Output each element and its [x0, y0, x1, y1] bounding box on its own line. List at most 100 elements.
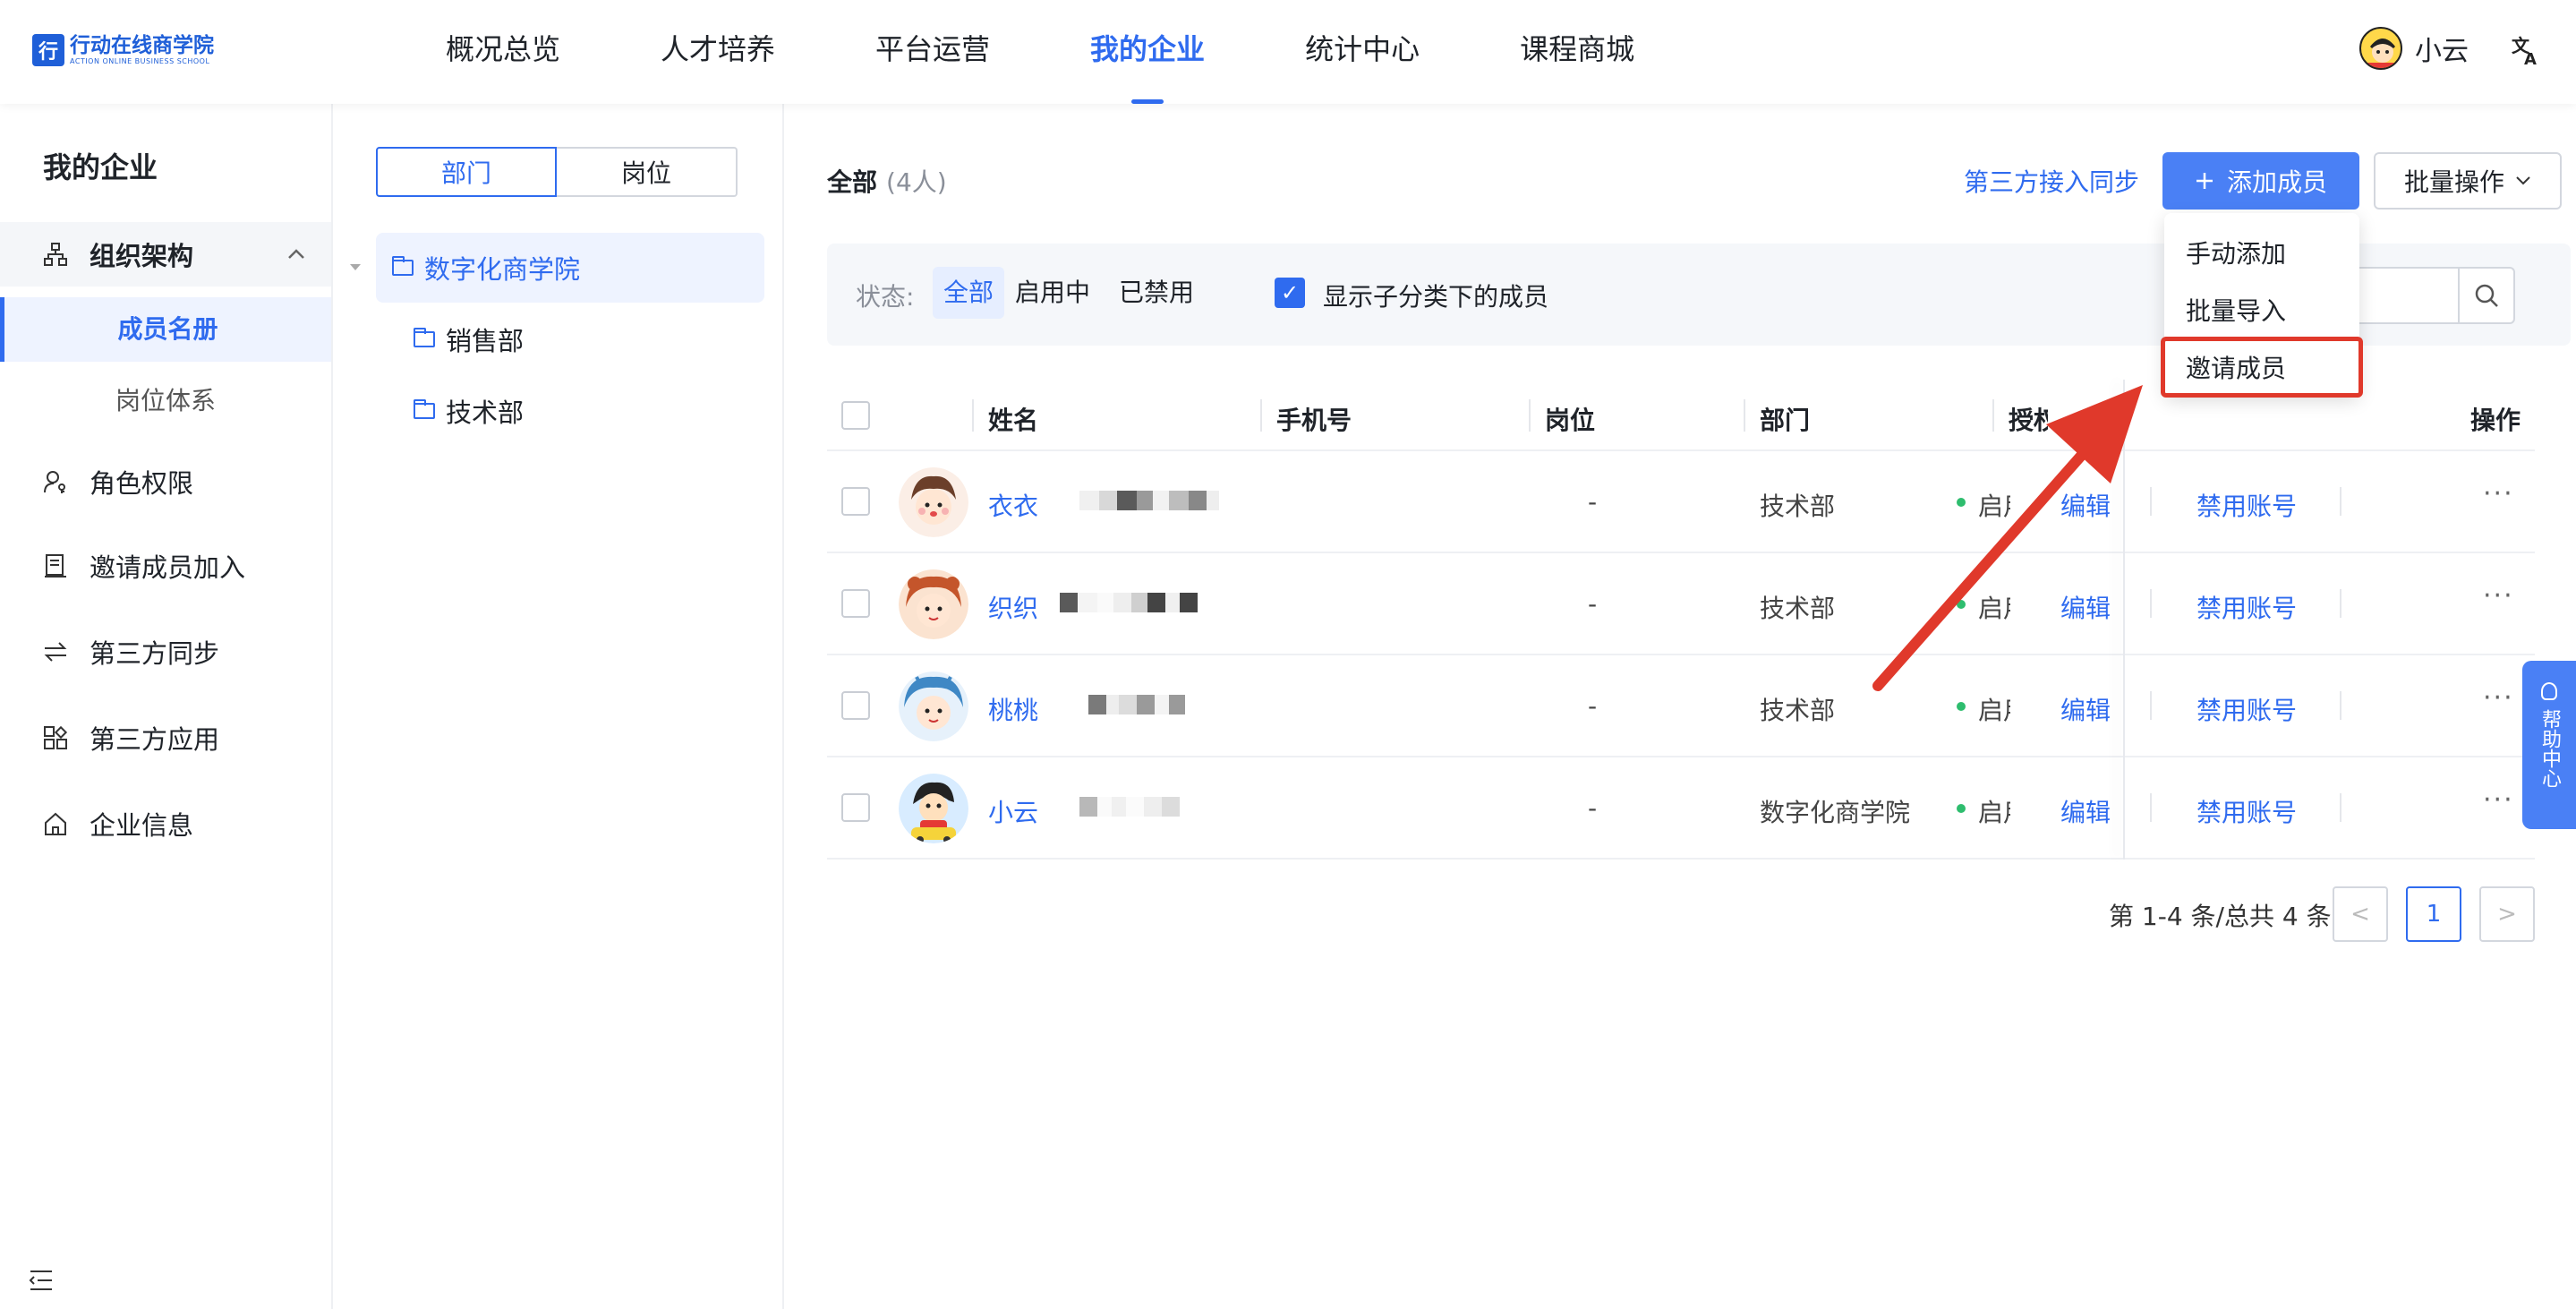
nav-overview[interactable]: 概况总览: [446, 0, 560, 104]
next-page-button[interactable]: >: [2479, 886, 2535, 942]
tree-node-tech[interactable]: 技术部: [414, 376, 524, 446]
include-children-checkbox[interactable]: ✓: [1275, 278, 1305, 308]
prev-page-button[interactable]: <: [2333, 886, 2388, 942]
tab-department[interactable]: 部门: [376, 147, 557, 197]
translate-icon[interactable]: 文A: [2510, 34, 2542, 73]
tree-node-root[interactable]: 数字化商学院: [376, 233, 764, 303]
page-number-button[interactable]: 1: [2406, 886, 2461, 942]
action-divider: [2340, 793, 2341, 822]
column-divider: [972, 399, 974, 432]
sidebar-item-member-roster[interactable]: 成员名册: [0, 297, 331, 362]
nav-course-mall[interactable]: 课程商城: [1520, 0, 1634, 104]
main-nav: 概况总览 人才培养 平台运营 我的企业 统计中心 课程商城: [446, 0, 1735, 104]
member-name-link[interactable]: 衣衣: [988, 487, 1038, 523]
collapse-sidebar-icon[interactable]: [29, 1268, 54, 1297]
row-checkbox[interactable]: [841, 793, 870, 822]
table-row: 衣衣 - 技术部 启用 编辑 禁用账号 ···: [827, 451, 2535, 553]
sidebar-title: 我的企业: [43, 150, 158, 184]
list-title: 全部: [827, 167, 878, 197]
user-name: 小云: [2415, 36, 2469, 67]
add-member-label: 添加成员: [2226, 167, 2327, 197]
member-position: -: [1588, 793, 1598, 823]
member-position: -: [1588, 691, 1598, 721]
sidebar-item-enterprise-info[interactable]: 企业信息: [0, 791, 331, 856]
sidebar-item-roles[interactable]: 角色权限: [0, 449, 331, 514]
action-divider: [2340, 487, 2341, 516]
nav-talent[interactable]: 人才培养: [661, 0, 775, 104]
table-row: 织织 - 技术部 启用 编辑 禁用账号 ···: [827, 553, 2535, 655]
help-center-label: 帮助中心: [2538, 709, 2561, 788]
brand-logo[interactable]: 行 行动在线商学院 ACTION ONLINE BUSINESS SCHOOL: [32, 34, 214, 66]
tab-position[interactable]: 岗位: [557, 147, 738, 197]
sidebar-item-label: 角色权限: [90, 468, 194, 499]
sidebar-item-third-apps[interactable]: 第三方应用: [0, 706, 331, 770]
filter-disabled[interactable]: 已禁用: [1108, 267, 1205, 319]
batch-operation-button[interactable]: 批量操作: [2374, 152, 2562, 210]
sidebar-group-org[interactable]: 组织架构: [0, 222, 331, 287]
nav-my-enterprise[interactable]: 我的企业: [1090, 0, 1205, 104]
disable-account-link[interactable]: 禁用账号: [2196, 589, 2297, 625]
col-department: 部门: [1760, 406, 1811, 435]
phone-masked: [1079, 797, 1180, 817]
chevron-up-icon: [286, 244, 306, 266]
pagination-info: 第 1-4 条/总共 4 条: [2109, 902, 2332, 931]
sidebar-item-label: 第三方同步: [90, 638, 220, 669]
logo-name-en: ACTION ONLINE BUSINESS SCHOOL: [70, 57, 210, 65]
tree-node-label: 技术部: [446, 398, 525, 428]
svg-text:A: A: [2524, 50, 2537, 66]
menu-item-manual-add[interactable]: 手动添加: [2186, 235, 2286, 270]
annotation-highlight-box: [2161, 337, 2363, 398]
tree-node-sales[interactable]: 销售部: [414, 304, 524, 374]
member-department: 技术部: [1760, 696, 1836, 725]
sidebar-item-position-system[interactable]: 岗位体系: [0, 369, 331, 433]
help-center-tab[interactable]: 帮助中心: [2522, 661, 2576, 829]
member-name-link[interactable]: 桃桃: [988, 691, 1038, 727]
annotation-arrow: [1872, 385, 2143, 691]
more-actions-icon[interactable]: ···: [2483, 478, 2514, 509]
logo-name-cn: 行动在线商学院: [70, 34, 214, 57]
sidebar: 我的企业 组织架构 成员名册 岗位体系 角色权限 邀请成员加入 第三方同步 第三…: [0, 104, 333, 1309]
sidebar-item-invite[interactable]: 邀请成员加入: [0, 534, 331, 598]
nav-operations[interactable]: 平台运营: [875, 0, 990, 104]
column-divider: [1744, 399, 1745, 432]
more-actions-icon[interactable]: ···: [2483, 580, 2514, 612]
disable-account-link[interactable]: 禁用账号: [2196, 487, 2297, 523]
row-checkbox[interactable]: [841, 691, 870, 720]
search-button[interactable]: [2458, 267, 2515, 324]
sidebar-item-label: 企业信息: [90, 810, 194, 841]
sync-arrows-icon: [44, 642, 67, 662]
folder-icon: [414, 328, 435, 347]
avatar: [899, 569, 968, 639]
user-avatar: [2359, 27, 2402, 70]
edit-member-link[interactable]: 编辑: [2060, 793, 2111, 829]
col-name: 姓名: [988, 406, 1039, 435]
folder-icon: [414, 399, 435, 419]
row-checkbox[interactable]: [841, 487, 870, 516]
sidebar-item-third-sync[interactable]: 第三方同步: [0, 620, 331, 684]
table-row: 小云 - 数字化商学院 启用 编辑 禁用账号 ···: [827, 757, 2535, 860]
filter-all[interactable]: 全部: [933, 267, 1005, 319]
member-name-link[interactable]: 织织: [988, 589, 1038, 625]
nav-statistics[interactable]: 统计中心: [1305, 0, 1420, 104]
add-member-button[interactable]: 添加成员: [2162, 152, 2359, 210]
third-party-sync-link[interactable]: 第三方接入同步: [1964, 163, 2139, 199]
more-actions-icon[interactable]: ···: [2483, 682, 2514, 714]
user-menu[interactable]: 小云: [2359, 27, 2469, 70]
disable-account-link[interactable]: 禁用账号: [2196, 793, 2297, 829]
select-all-checkbox[interactable]: [841, 401, 870, 430]
action-divider: [2150, 793, 2152, 822]
disable-account-link[interactable]: 禁用账号: [2196, 691, 2297, 727]
row-checkbox[interactable]: [841, 589, 870, 618]
logo-text: 行动在线商学院 ACTION ONLINE BUSINESS SCHOOL: [70, 34, 214, 66]
lightbulb-icon: [2541, 682, 2557, 700]
col-phone: 手机号: [1276, 406, 1352, 435]
include-children-label: 显示子分类下的成员: [1323, 282, 1549, 312]
plus-icon: [2196, 173, 2213, 189]
more-actions-icon[interactable]: ···: [2483, 784, 2514, 816]
menu-item-batch-import[interactable]: 批量导入: [2186, 292, 2286, 328]
caret-down-icon[interactable]: [349, 261, 362, 276]
member-name-link[interactable]: 小云: [988, 793, 1038, 829]
filter-enabled[interactable]: 启用中: [1004, 267, 1101, 319]
avatar: [899, 672, 968, 741]
tree-node-label: 数字化商学院: [424, 254, 581, 285]
